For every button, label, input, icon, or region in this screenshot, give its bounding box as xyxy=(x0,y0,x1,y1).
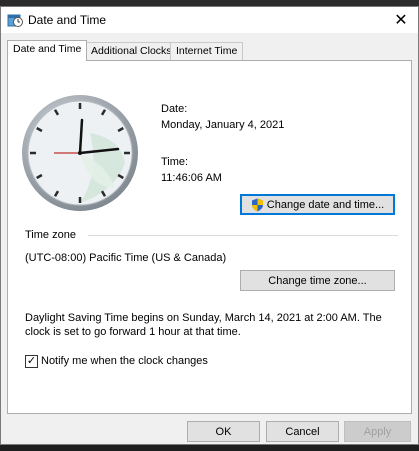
change-time-zone-button[interactable]: Change time zone... xyxy=(240,270,395,291)
group-divider xyxy=(88,235,398,236)
date-time-dialog: Date and Time ✕ Date and Time Additional… xyxy=(0,6,419,445)
tab-panel: Date: Monday, January 4, 2021 Time: 11:4… xyxy=(7,60,412,414)
ok-button[interactable]: OK xyxy=(187,421,260,442)
analog-clock xyxy=(22,95,138,211)
time-label: Time: xyxy=(161,156,189,168)
clock-calendar-icon xyxy=(7,14,23,27)
tab-date-and-time[interactable]: Date and Time xyxy=(7,40,88,61)
title-bar: Date and Time ✕ xyxy=(1,7,418,33)
window-title: Date and Time xyxy=(28,13,107,27)
tab-additional-clocks[interactable]: Additional Clocks xyxy=(85,42,178,60)
time-value: 11:46:06 AM xyxy=(161,172,222,184)
check-icon: ✓ xyxy=(26,355,37,367)
change-date-time-label: Change date and time... xyxy=(266,198,385,211)
close-button[interactable]: ✕ xyxy=(384,7,418,33)
dst-info-line1: Daylight Saving Time begins on Sunday, M… xyxy=(25,312,382,324)
uac-shield-icon xyxy=(251,198,263,211)
time-zone-value: (UTC-08:00) Pacific Time (US & Canada) xyxy=(25,252,227,264)
dst-info-line2: clock is set to go forward 1 hour at tha… xyxy=(25,326,241,338)
date-label: Date: xyxy=(161,103,188,115)
apply-button[interactable]: Apply xyxy=(344,421,411,442)
change-date-time-button[interactable]: Change date and time... xyxy=(240,194,395,215)
tab-internet-time[interactable]: Internet Time xyxy=(170,42,244,60)
taskbar-edge xyxy=(0,445,419,451)
notify-label[interactable]: Notify me when the clock changes xyxy=(41,355,208,367)
close-icon: ✕ xyxy=(394,12,408,29)
time-zone-group-label: Time zone xyxy=(25,229,76,241)
cancel-button[interactable]: Cancel xyxy=(266,421,339,442)
notify-checkbox[interactable]: ✓ xyxy=(25,355,38,368)
date-value: Monday, January 4, 2021 xyxy=(161,119,285,131)
